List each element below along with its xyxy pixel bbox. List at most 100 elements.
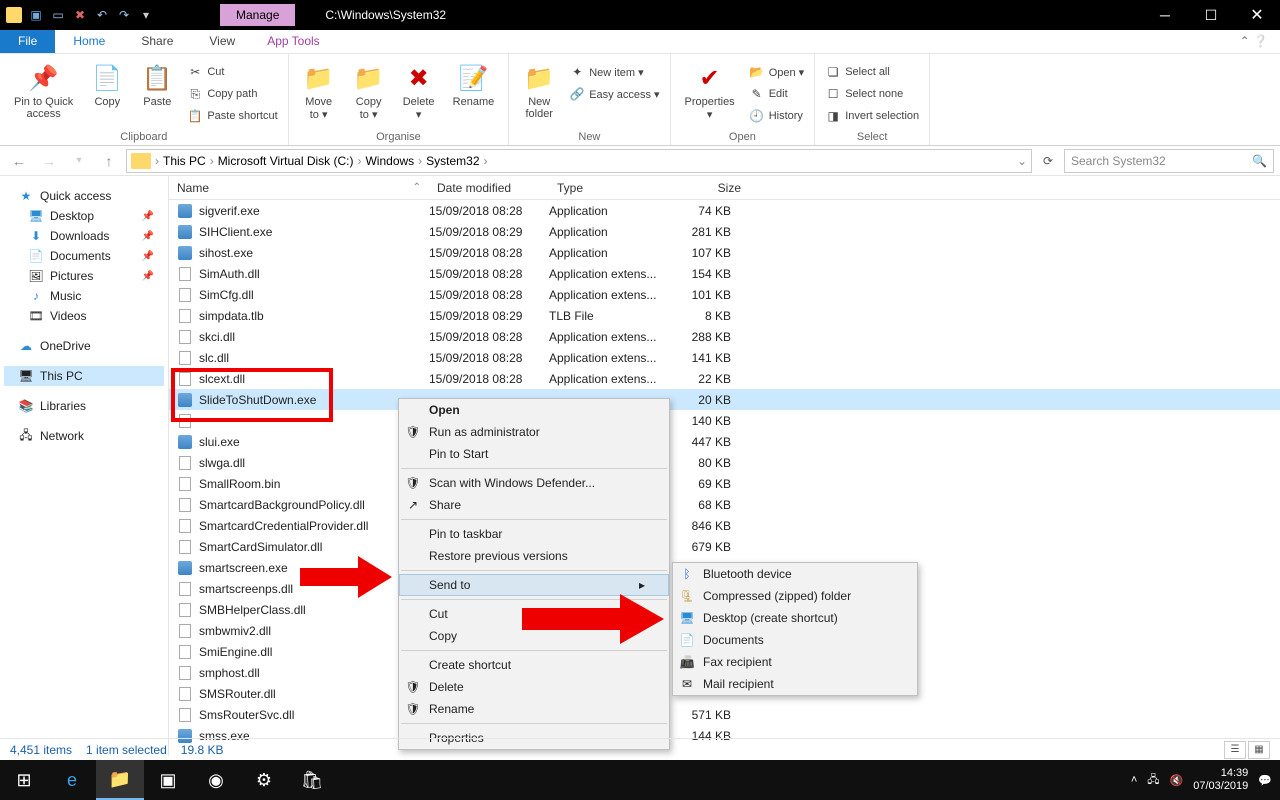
sendto-zip[interactable]: 🗜Compressed (zipped) folder	[673, 585, 917, 607]
tray-clock[interactable]: 14:3907/03/2019	[1193, 767, 1248, 793]
ctx-pin-start[interactable]: Pin to Start	[399, 443, 669, 465]
sendto-fax[interactable]: 📠Fax recipient	[673, 651, 917, 673]
sendto-documents[interactable]: 📄Documents	[673, 629, 917, 651]
qat-icon[interactable]: ▭	[50, 7, 66, 23]
cut-button[interactable]: ✂Cut	[187, 62, 277, 82]
select-all-button[interactable]: ❏Select all	[825, 62, 919, 82]
tray-volume-icon[interactable]: 🔇	[1170, 774, 1184, 787]
start-button[interactable]: ⊞	[0, 760, 48, 800]
new-folder-button[interactable]: 📁New folder	[519, 58, 559, 124]
address-dropdown-icon[interactable]: ⌄	[1017, 154, 1027, 168]
open-button[interactable]: 📂Open ▾	[749, 62, 805, 82]
file-row[interactable]: simpdata.tlb15/09/2018 08:29TLB File8 KB	[169, 305, 1280, 326]
paste-button[interactable]: 📋Paste	[137, 58, 177, 112]
manage-tab[interactable]: Manage	[220, 4, 295, 26]
file-row[interactable]: skci.dll15/09/2018 08:28Application exte…	[169, 326, 1280, 347]
file-row[interactable]: SIHClient.exe15/09/2018 08:29Application…	[169, 221, 1280, 242]
copy-path-button[interactable]: ⎘Copy path	[187, 84, 277, 104]
close-button[interactable]: ✕	[1234, 0, 1280, 30]
crumb[interactable]: Microsoft Virtual Disk (C:)	[218, 154, 354, 168]
up-button[interactable]: ↑	[96, 149, 122, 173]
ctx-scan-defender[interactable]: 🛡Scan with Windows Defender...	[399, 472, 669, 494]
ctx-pin-taskbar[interactable]: Pin to taskbar	[399, 523, 669, 545]
minimize-button[interactable]: ─	[1142, 0, 1188, 30]
sidebar-music[interactable]: ♪Music	[4, 286, 164, 306]
delete-button[interactable]: ✖Delete ▾	[399, 58, 439, 125]
sidebar-network[interactable]: 🖧Network	[4, 426, 164, 446]
tab-app-tools[interactable]: App Tools	[253, 30, 333, 53]
pin-to-quick-access-button[interactable]: 📌Pin to Quick access	[10, 58, 77, 124]
crumb[interactable]: Windows	[365, 154, 414, 168]
back-button[interactable]: ←	[6, 149, 32, 173]
ctx-run-as-admin[interactable]: 🛡Run as administrator	[399, 421, 669, 443]
qat-delete-icon[interactable]: ✖	[72, 7, 88, 23]
qat-save-icon[interactable]: ▣	[28, 7, 44, 23]
col-name[interactable]: Name⌃	[169, 181, 429, 195]
sidebar-downloads[interactable]: ⬇Downloads📌	[4, 226, 164, 246]
crumb[interactable]: System32	[426, 154, 479, 168]
file-row[interactable]: SmallRoom.bin69 KB	[169, 473, 1280, 494]
tab-share[interactable]: Share	[123, 30, 191, 53]
refresh-button[interactable]: ⟳	[1036, 154, 1060, 168]
tray-notifications-icon[interactable]: 💬	[1258, 774, 1272, 787]
ctx-rename[interactable]: 🛡Rename	[399, 698, 669, 720]
sidebar-pictures[interactable]: 🖼Pictures📌	[4, 266, 164, 286]
view-large-button[interactable]: ▦	[1248, 741, 1270, 759]
ctx-delete[interactable]: 🛡Delete	[399, 676, 669, 698]
edit-button[interactable]: ✎Edit	[749, 84, 805, 104]
column-headers[interactable]: Name⌃ Date modified Type Size	[169, 176, 1280, 200]
file-row[interactable]: SmsRouterSvc.dll571 KB	[169, 704, 1280, 725]
sidebar-desktop[interactable]: 🖥Desktop📌	[4, 206, 164, 226]
qat-dropdown-icon[interactable]: ▾	[138, 7, 154, 23]
file-row[interactable]: SmartcardCredentialProvider.dll846 KB	[169, 515, 1280, 536]
file-row[interactable]: SmartcardBackgroundPolicy.dll68 KB	[169, 494, 1280, 515]
sendto-bluetooth[interactable]: ᛒBluetooth device	[673, 563, 917, 585]
rename-button[interactable]: 📝Rename	[449, 58, 499, 112]
properties-button[interactable]: ✔Properties ▾	[681, 58, 739, 125]
history-button[interactable]: 🕘History	[749, 106, 805, 126]
file-row[interactable]: SmartCardSimulator.dll679 KB	[169, 536, 1280, 557]
file-row[interactable]: slc.dll15/09/2018 08:28Application exten…	[169, 347, 1280, 368]
forward-button[interactable]: →	[36, 149, 62, 173]
tray-network-icon[interactable]: 🖧	[1147, 771, 1159, 790]
ctx-share[interactable]: ↗Share	[399, 494, 669, 516]
sidebar-videos[interactable]: 🎞Videos	[4, 306, 164, 326]
file-row[interactable]: SimCfg.dll15/09/2018 08:28Application ex…	[169, 284, 1280, 305]
breadcrumb[interactable]: › This PC› Microsoft Virtual Disk (C:)› …	[126, 149, 1032, 173]
maximize-button[interactable]: ☐	[1188, 0, 1234, 30]
col-size[interactable]: Size	[669, 181, 749, 195]
easy-access-button[interactable]: 🔗Easy access ▾	[569, 84, 659, 104]
recent-dropdown[interactable]: ▾	[66, 149, 92, 173]
sidebar-onedrive[interactable]: ☁OneDrive	[4, 336, 164, 356]
copy-to-button[interactable]: 📁Copy to ▾	[349, 58, 389, 125]
paste-shortcut-button[interactable]: 📋Paste shortcut	[187, 106, 277, 126]
file-row[interactable]: sigverif.exe15/09/2018 08:28Application7…	[169, 200, 1280, 221]
ribbon-collapse-icon[interactable]: ⌃ ❔	[1228, 30, 1280, 53]
qat-redo-icon[interactable]: ↷	[116, 7, 132, 23]
file-row[interactable]: slui.exe447 KB	[169, 431, 1280, 452]
sidebar-this-pc[interactable]: 🖥This PC	[4, 366, 164, 386]
sidebar-quick-access[interactable]: ★Quick access	[4, 186, 164, 206]
qat-undo-icon[interactable]: ↶	[94, 7, 110, 23]
sidebar-libraries[interactable]: 📚Libraries	[4, 396, 164, 416]
sidebar-documents[interactable]: 📄Documents📌	[4, 246, 164, 266]
sendto-desktop-shortcut[interactable]: 🖥Desktop (create shortcut)	[673, 607, 917, 629]
taskbar-terminal[interactable]: ▣	[144, 760, 192, 800]
search-input[interactable]: Search System32 🔍	[1064, 149, 1274, 173]
taskbar-explorer[interactable]: 📁	[96, 760, 144, 800]
move-to-button[interactable]: 📁Move to ▾	[299, 58, 339, 125]
ctx-cut[interactable]: Cut	[399, 603, 669, 625]
tab-home[interactable]: Home	[55, 30, 123, 53]
tab-file[interactable]: File	[0, 30, 55, 53]
ctx-create-shortcut[interactable]: Create shortcut	[399, 654, 669, 676]
system-tray[interactable]: ˄ 🖧 🔇 14:3907/03/2019 💬	[1131, 767, 1280, 793]
file-row[interactable]: SlideToShutDown.exe20 KB	[169, 389, 1280, 410]
file-row[interactable]: slwga.dll80 KB	[169, 452, 1280, 473]
copy-button[interactable]: 📄Copy	[87, 58, 127, 112]
crumb[interactable]: This PC	[163, 154, 206, 168]
taskbar-settings[interactable]: ⚙	[240, 760, 288, 800]
ctx-open[interactable]: Open	[399, 399, 669, 421]
select-none-button[interactable]: ☐Select none	[825, 84, 919, 104]
file-row[interactable]: slcext.dll15/09/2018 08:28Application ex…	[169, 368, 1280, 389]
tray-up-icon[interactable]: ˄	[1131, 774, 1137, 786]
